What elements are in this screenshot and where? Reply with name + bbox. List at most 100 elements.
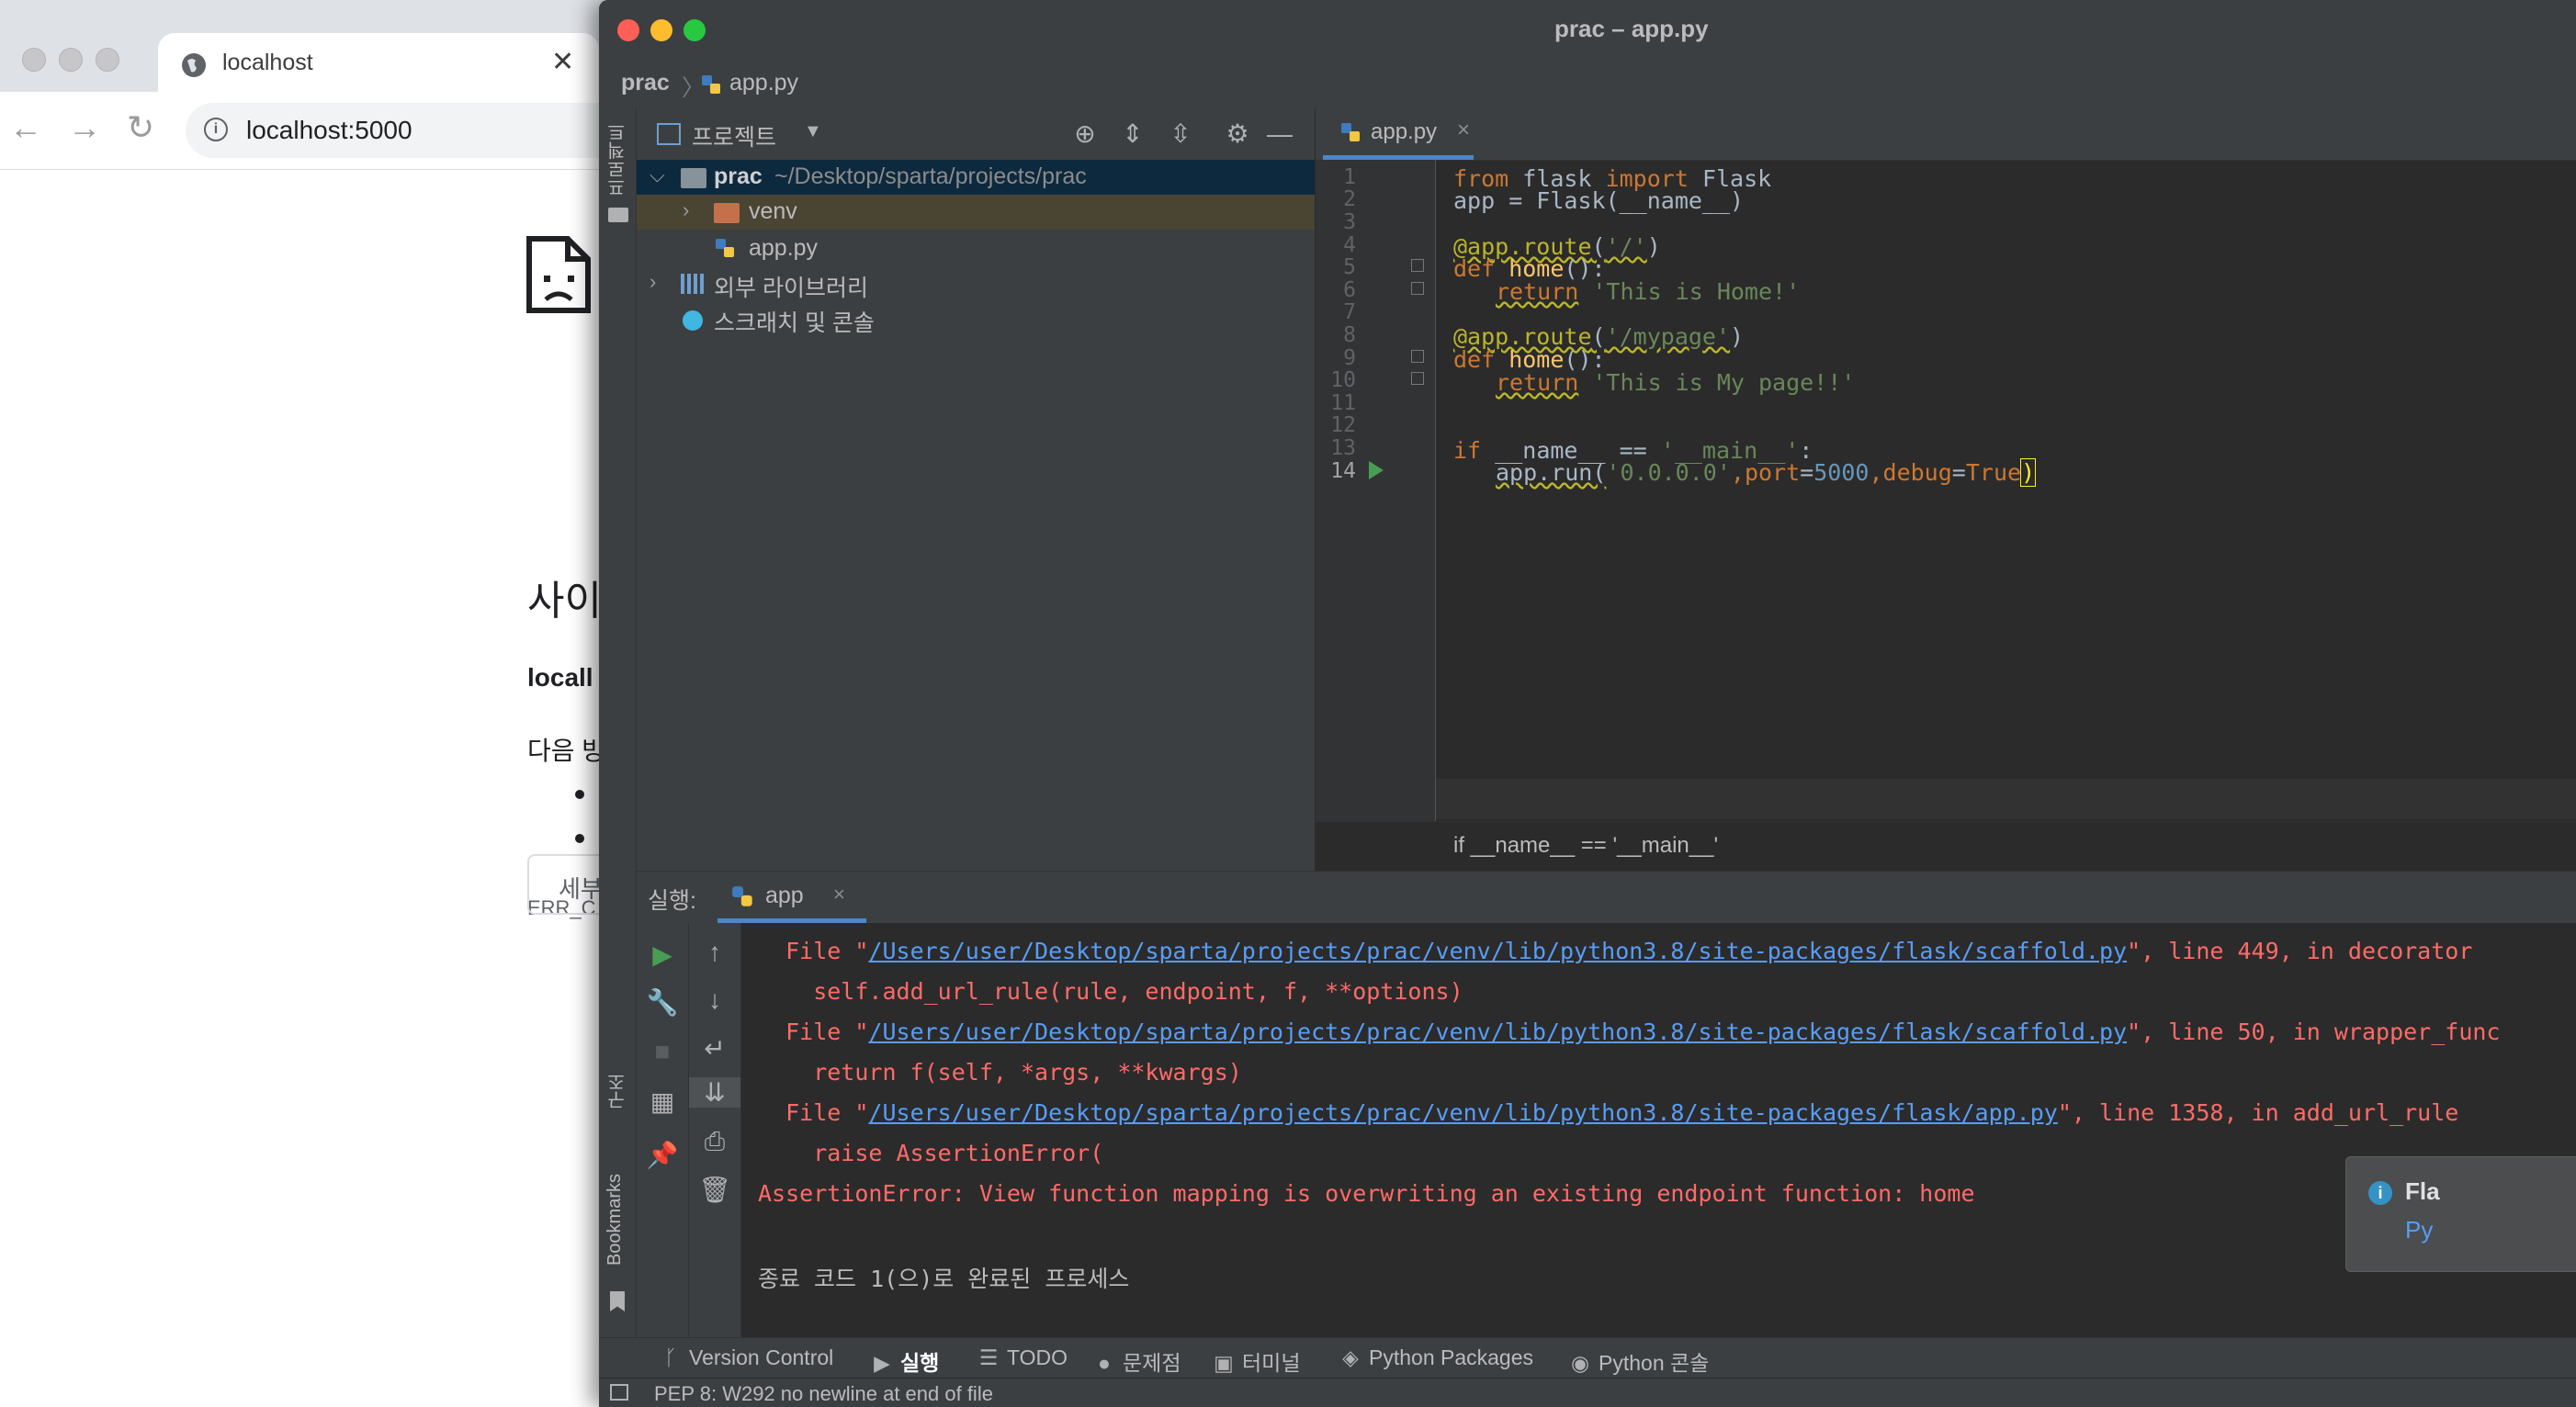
python-file-icon [702, 75, 720, 94]
editor-context[interactable]: if __name__ == '__main__' [1453, 833, 1718, 859]
code-token: ) [1646, 233, 1661, 260]
fold-icon[interactable] [1411, 372, 1424, 385]
output-text: File " [758, 938, 869, 964]
project-panel-title[interactable]: 프로젝트 [692, 119, 776, 152]
breadcrumb-project[interactable]: prac [621, 70, 670, 96]
tool-window-problems[interactable]: ● 문제점 [1093, 1345, 1181, 1377]
sad-document-icon [526, 236, 591, 313]
code-token: True [1965, 459, 2022, 486]
editor-tab-app-py[interactable]: app.py × [1323, 108, 1474, 160]
tool-window-label: 문제점 [1123, 1351, 1181, 1375]
output-line: File "/Users/user/Desktop/sparta/project… [758, 938, 2472, 964]
tool-window-version-control[interactable]: ᚴ Version Control [660, 1345, 833, 1370]
status-message: PEP 8: W292 no newline at end of file [654, 1382, 993, 1405]
run-gutter-icon[interactable] [1369, 461, 1384, 479]
fold-icon[interactable] [1411, 350, 1424, 363]
forward-arrow-icon[interactable]: → [68, 108, 101, 147]
window-close-control[interactable] [22, 48, 46, 72]
tree-item-external-libraries[interactable]: › 외부 라이브러리 [637, 266, 1315, 301]
run-tab-app[interactable]: app × [717, 872, 866, 923]
tree-item-prac[interactable]: ⌵ prac ~/Desktop/sparta/projects/prac [637, 160, 1315, 195]
soft-wrap-icon[interactable]: ↵ [689, 1033, 740, 1064]
code-token: 'This is Home!' [1578, 278, 1801, 305]
code-token: if [1453, 437, 1482, 464]
address-bar[interactable]: i localhost:5000 [186, 103, 663, 158]
terminal-icon: ▣ [1214, 1351, 1234, 1375]
print-icon[interactable]: ⎙ [689, 1127, 740, 1157]
close-tab-icon[interactable]: × [833, 883, 845, 906]
tool-window-bar: ᚴ Version Control ▶ 실행 ☰ TODO ● 문제점 ▣ 터미널 ◈ Py… [599, 1337, 2576, 1379]
output-file-link[interactable]: /Users/user/Desktop/sparta/projects/prac… [868, 1099, 2057, 1126]
tool-window-python-packages[interactable]: ◈ Python Packages [1339, 1345, 1533, 1370]
expand-all-icon[interactable]: ⇕ [1116, 118, 1149, 151]
output-file-link[interactable]: /Users/user/Desktop/sparta/projects/prac… [868, 1019, 2127, 1045]
notification-popup[interactable]: i Fla Py [2345, 1156, 2576, 1272]
clock-icon [681, 309, 705, 332]
code-token: ) [2020, 458, 2037, 487]
collapse-all-icon[interactable]: ⇳ [1164, 118, 1197, 151]
gear-icon[interactable]: ⚙ [1221, 118, 1254, 151]
window-minimize-control[interactable] [59, 48, 83, 72]
close-tab-icon[interactable]: × [1457, 118, 1470, 143]
scroll-to-end-icon[interactable]: ⇊ [689, 1077, 740, 1108]
tool-window-todo[interactable]: ☰ TODO [977, 1345, 1068, 1370]
info-icon[interactable]: i [204, 118, 228, 141]
current-line-highlight [1435, 779, 2576, 819]
tree-item-label: venv [749, 198, 797, 224]
window-zoom-control[interactable] [96, 48, 119, 72]
breadcrumb: prac 〉 app.py [599, 61, 2576, 109]
output-line: File "/Users/user/Desktop/sparta/project… [758, 1019, 2500, 1045]
tool-window-label: 터미널 [1242, 1351, 1301, 1375]
notification-link[interactable]: Py [2405, 1216, 2433, 1244]
library-icon [681, 274, 706, 294]
fold-icon[interactable] [1411, 259, 1424, 272]
chevron-down-icon[interactable]: ⌵ [650, 163, 665, 187]
rerun-icon[interactable]: ▶ [637, 940, 688, 970]
tool-windows-toggle-icon[interactable] [610, 1384, 628, 1401]
output-file-link[interactable]: /Users/user/Desktop/sparta/projects/prac… [868, 938, 2127, 964]
chevron-down-icon[interactable]: ▼ [804, 121, 822, 142]
code-token: def [1453, 346, 1496, 373]
tree-item-app-py[interactable]: app.py [637, 231, 1315, 266]
structure-tool-window-button[interactable]: 구조 [604, 1073, 631, 1109]
wrench-icon[interactable]: 🔧 [637, 987, 688, 1018]
close-tab-icon[interactable]: ✕ [551, 46, 574, 78]
window-title: prac – app.py [1554, 15, 1709, 42]
info-icon: i [2368, 1181, 2392, 1205]
code-token: def [1453, 255, 1496, 282]
pin-icon[interactable]: 📌 [637, 1140, 688, 1170]
reload-icon[interactable]: ↻ [127, 108, 154, 147]
code-editor[interactable]: app.py × 1 2 3 4 5 6 7 8 9 10 11 12 13 1… [1316, 108, 2576, 872]
list-icon: ☰ [978, 1345, 999, 1369]
tool-window-terminal[interactable]: ▣ 터미널 [1213, 1345, 1300, 1377]
back-arrow-icon[interactable]: ← [9, 108, 42, 147]
address-url[interactable]: localhost:5000 [246, 116, 412, 145]
tool-window-label: Python 콘솔 [1599, 1351, 1710, 1375]
tree-item-scratches[interactable]: 스크래치 및 콘솔 [637, 301, 1315, 336]
trash-icon[interactable]: 🗑 [689, 1175, 740, 1205]
line-number: 5 [1343, 255, 1356, 279]
tool-window-run[interactable]: ▶ 실행 [871, 1345, 939, 1377]
chevron-right-icon[interactable]: › [683, 198, 689, 222]
hide-panel-icon[interactable]: — [1263, 118, 1296, 151]
line-number: 14 [1330, 459, 1356, 483]
code-token: port [1744, 459, 1801, 486]
down-arrow-icon[interactable]: ↓ [689, 985, 740, 1015]
project-tool-window-button[interactable]: 프로젝트 [604, 123, 631, 197]
chevron-right-icon[interactable]: › [650, 270, 656, 294]
bookmarks-tool-window-button[interactable]: Bookmarks [604, 1174, 626, 1266]
locate-file-icon[interactable]: ⊕ [1068, 118, 1102, 151]
project-view-icon [657, 123, 681, 145]
tool-window-label: 실행 [900, 1351, 940, 1375]
breadcrumb-file[interactable]: app.py [729, 70, 798, 96]
browser-tab[interactable]: localhost ✕ [158, 33, 599, 99]
code-token: , [1869, 459, 1883, 486]
tree-item-venv[interactable]: › venv [637, 195, 1315, 230]
line-number: 4 [1343, 233, 1356, 257]
stop-icon[interactable]: ■ [637, 1037, 688, 1066]
up-arrow-icon[interactable]: ↑ [689, 938, 740, 967]
tool-window-python-console[interactable]: ◉ Python 콘솔 [1569, 1345, 1709, 1377]
line-number: 10 [1330, 368, 1356, 392]
fold-icon[interactable] [1411, 282, 1424, 295]
layout-icon[interactable]: ▦ [637, 1086, 688, 1117]
